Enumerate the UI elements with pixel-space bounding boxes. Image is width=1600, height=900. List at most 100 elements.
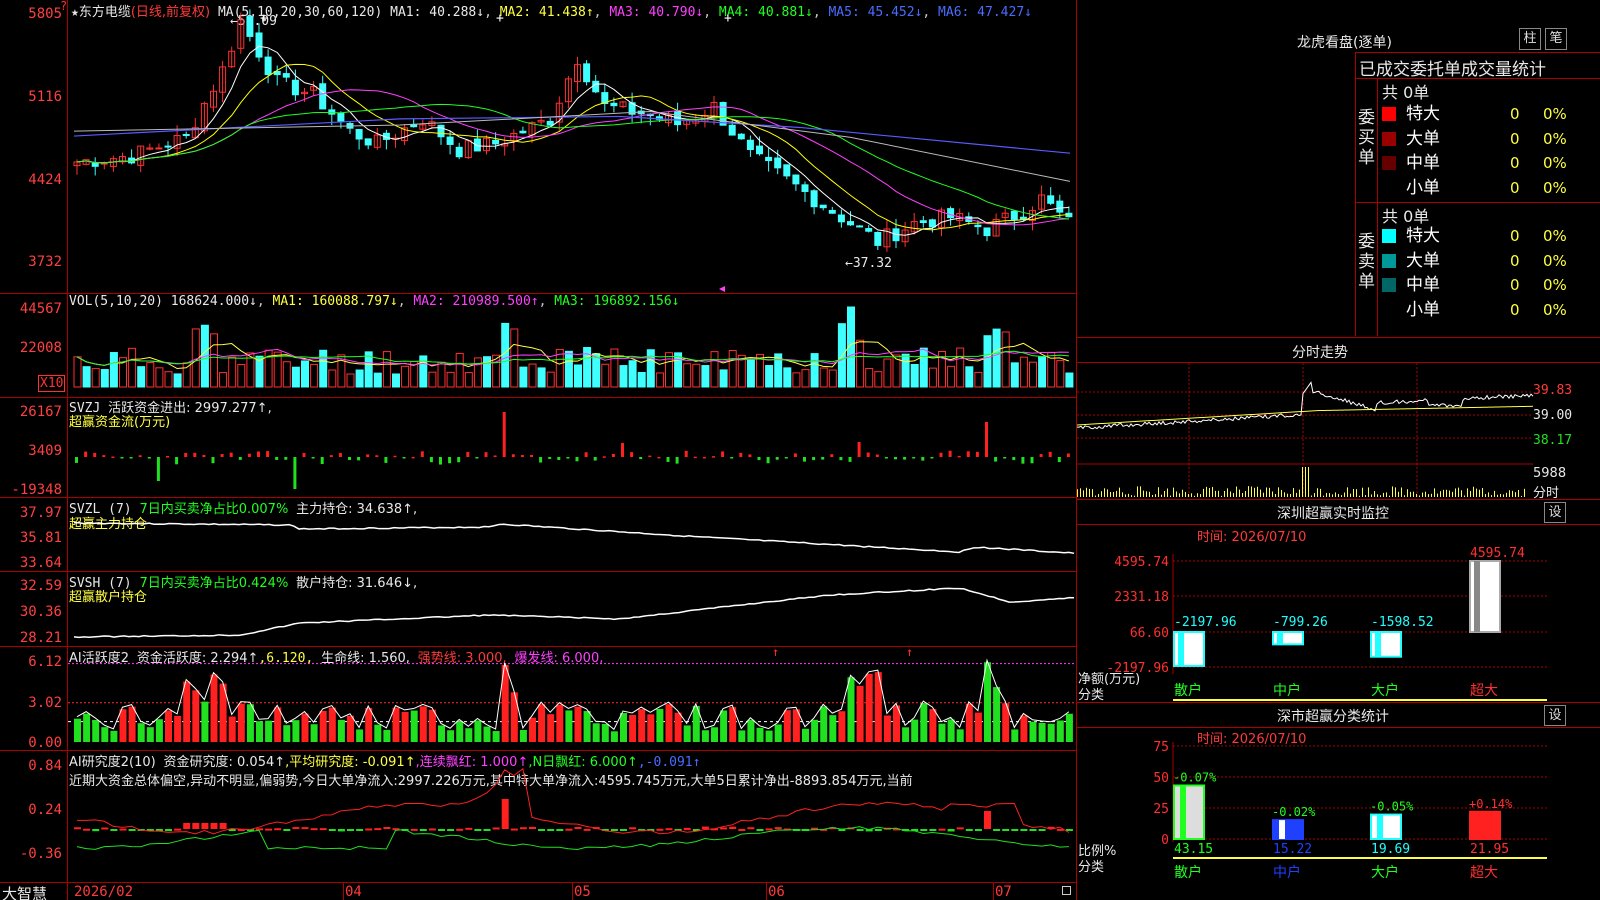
intraday-title[interactable]: 分时走势 bbox=[1292, 342, 1348, 362]
candlestick-chart[interactable]: + + +? bbox=[0, 0, 1077, 293]
intraday-vol-bar bbox=[1485, 494, 1486, 497]
flow-bar bbox=[739, 452, 743, 457]
research-bar bbox=[92, 829, 100, 832]
intraday-vol-bar bbox=[1134, 495, 1135, 497]
retail-holding-chart[interactable] bbox=[0, 571, 1077, 646]
candle-body bbox=[746, 139, 754, 150]
volume-chart[interactable] bbox=[0, 294, 1077, 397]
intraday-vol-bar bbox=[1098, 494, 1099, 497]
flow-bar bbox=[420, 451, 424, 457]
research-bar bbox=[356, 829, 364, 831]
intraday-vol-bar bbox=[1275, 494, 1276, 497]
monitor-title: 深圳超赢实时监控 bbox=[1277, 506, 1389, 522]
intraday-vol-bar bbox=[1290, 494, 1291, 497]
activity-bar bbox=[447, 730, 455, 742]
research-bar bbox=[501, 799, 509, 829]
flow-bar bbox=[1030, 457, 1034, 464]
chart-area[interactable]: ★东方电缆(日线,前复权) MA(5,10,20,30,60,120) MA1:… bbox=[0, 0, 1077, 900]
stats-settings-button[interactable]: 设 bbox=[1544, 705, 1566, 726]
flow-bar bbox=[102, 455, 106, 457]
intraday-vol-bar bbox=[1188, 493, 1189, 497]
research-bar bbox=[1011, 829, 1019, 831]
intraday-vol-bar bbox=[1260, 489, 1261, 497]
vol-bar bbox=[983, 335, 992, 388]
ratio-chart[interactable]: 75 50 25 0 -0.07% 43.15 散户 -0.02% 15.22 中户 -0.05% 1… bbox=[1077, 727, 1600, 900]
flow-bar bbox=[566, 457, 570, 459]
holding-line bbox=[73, 521, 1075, 555]
event-marker: + bbox=[496, 11, 504, 26]
research-chart[interactable] bbox=[0, 750, 1077, 882]
stats-delta-label: -0.05% bbox=[1370, 800, 1414, 814]
bar-mode-button[interactable]: 柱 bbox=[1519, 28, 1541, 50]
activity-bar bbox=[756, 727, 764, 742]
vol-bar bbox=[856, 339, 865, 388]
flow-bar bbox=[985, 422, 988, 457]
research-bar bbox=[347, 829, 354, 831]
lock-icon[interactable] bbox=[1062, 886, 1071, 895]
intraday-vol-bar bbox=[1479, 489, 1480, 497]
research-bar bbox=[374, 828, 382, 831]
vol-bar bbox=[919, 347, 928, 388]
vol-bar bbox=[328, 369, 337, 388]
vol-bar bbox=[883, 358, 892, 388]
order-val: 0 bbox=[1510, 251, 1520, 270]
vol-bar bbox=[1010, 362, 1019, 388]
research-bar bbox=[556, 829, 564, 831]
intraday-vol-bar bbox=[1410, 491, 1411, 497]
activity-bar bbox=[237, 703, 245, 742]
intraday-vol-bar bbox=[1452, 491, 1453, 497]
candle-body bbox=[792, 174, 800, 185]
intraday-vol-bar bbox=[1287, 493, 1288, 497]
vol-bar bbox=[282, 361, 291, 388]
intraday-vol-bar bbox=[1110, 492, 1111, 497]
activity-bar bbox=[638, 709, 646, 742]
color-swatch bbox=[1382, 131, 1396, 146]
activity-bar bbox=[83, 713, 91, 742]
vol-bar bbox=[301, 360, 309, 388]
activity-bar bbox=[210, 674, 218, 742]
intraday-vol-bar bbox=[1380, 495, 1381, 497]
intraday-vol-bar bbox=[1182, 489, 1183, 497]
candle-body bbox=[819, 204, 827, 209]
activity-bar bbox=[347, 715, 354, 742]
order-pct: 0% bbox=[1543, 251, 1567, 270]
net-amount-chart[interactable]: 4595.74 2331.18 66.60 -2197.96 -2197.96 散户 -79… bbox=[1077, 524, 1600, 702]
activity-chart[interactable]: ↑ ↑ bbox=[0, 645, 1077, 750]
order-pct: 0% bbox=[1543, 105, 1567, 123]
vol-bar bbox=[1029, 361, 1037, 388]
flow-bar bbox=[257, 451, 260, 457]
order-name: 大单 bbox=[1406, 250, 1440, 271]
intraday-vol-bar bbox=[1473, 486, 1474, 497]
intraday-chart[interactable] bbox=[1076, 363, 1534, 499]
stats-delta-label: +0.14% bbox=[1469, 797, 1513, 811]
x-tick bbox=[343, 883, 344, 900]
intraday-vol-bar bbox=[1302, 467, 1303, 497]
flow-bar bbox=[493, 455, 497, 457]
intraday-vol-bar bbox=[1284, 492, 1285, 497]
price-line bbox=[1076, 381, 1534, 430]
vol-bar bbox=[219, 372, 228, 388]
intraday-vol-bar bbox=[1455, 488, 1456, 497]
stats-pct-label: 19.69 bbox=[1371, 842, 1410, 857]
fund-flow-chart[interactable] bbox=[0, 397, 1077, 497]
stats-delta-label: -0.07% bbox=[1173, 770, 1217, 784]
flow-bar bbox=[1021, 457, 1025, 464]
research-bar bbox=[938, 828, 946, 831]
research-bar bbox=[993, 829, 1001, 831]
tick-mode-button[interactable]: 笔 bbox=[1545, 28, 1567, 50]
flow-bar bbox=[393, 455, 397, 458]
intraday-vol-bar bbox=[1518, 489, 1519, 497]
flow-bar bbox=[821, 457, 825, 460]
intraday-vol-bar bbox=[1194, 495, 1195, 497]
vol-bar bbox=[874, 371, 883, 388]
flow-bar bbox=[229, 452, 233, 457]
candle-body bbox=[255, 32, 263, 58]
flow-bar bbox=[702, 456, 706, 459]
monitor-settings-button[interactable]: 设 bbox=[1544, 502, 1566, 523]
intraday-vol-bar bbox=[1170, 495, 1171, 497]
flow-bar bbox=[584, 452, 588, 457]
research-bar bbox=[747, 827, 755, 830]
vol-bar bbox=[1056, 360, 1065, 388]
main-holding-chart[interactable] bbox=[0, 497, 1077, 571]
research-bar bbox=[192, 823, 200, 829]
